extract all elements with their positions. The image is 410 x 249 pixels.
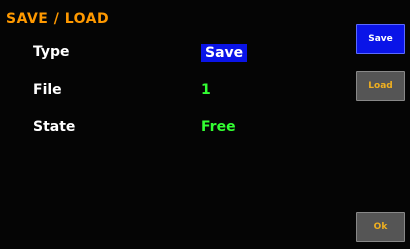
type-label: Type — [33, 44, 70, 60]
type-value[interactable]: Save — [201, 44, 248, 62]
page-title: SAVE / LOAD — [6, 11, 110, 27]
file-value[interactable]: 1 — [201, 82, 211, 98]
save-button-label: Save — [368, 34, 393, 44]
file-label: File — [33, 82, 62, 98]
save-load-screen: SAVE / LOAD Type Save File 1 State Free … — [0, 0, 410, 249]
ok-button-label: Ok — [373, 222, 388, 232]
state-value: Free — [201, 119, 236, 135]
load-button-label: Load — [368, 81, 393, 91]
state-label: State — [33, 119, 76, 135]
ok-button[interactable]: Ok — [356, 212, 405, 242]
save-button[interactable]: Save — [356, 24, 405, 54]
load-button[interactable]: Load — [356, 71, 405, 101]
